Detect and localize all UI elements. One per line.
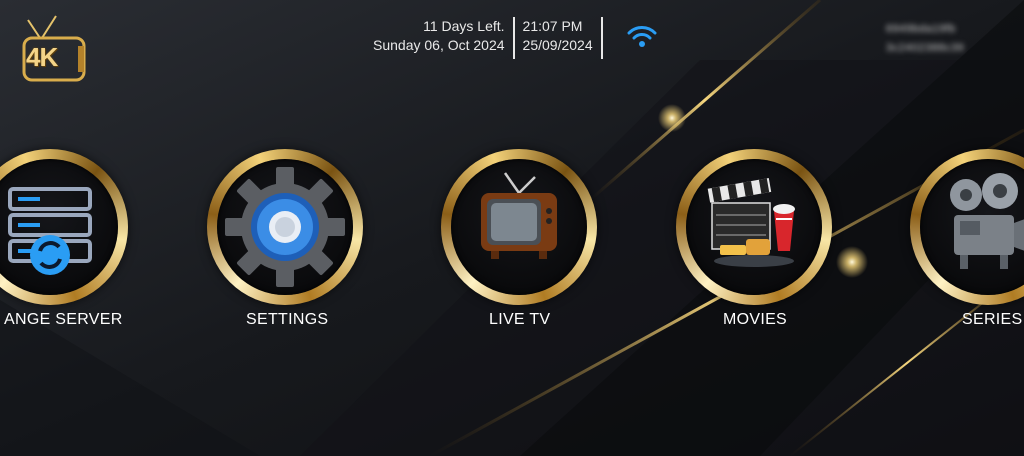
menu-item-live-tv[interactable] <box>441 149 597 305</box>
menu-item-label: SETTINGS <box>246 311 329 328</box>
current-time: 21:07 PM <box>522 18 583 34</box>
menu-item-label: MOVIES <box>723 311 788 328</box>
clapperboard-popcorn-icon <box>707 178 795 267</box>
gear-icon <box>225 167 345 287</box>
subscription-info: 11 Days Left. Sunday 06, Oct 2024 <box>365 17 513 59</box>
menu-item-change-server[interactable] <box>0 149 128 305</box>
menu-item-label: LIVE TV <box>489 311 551 328</box>
device-id: 6949bda19fb 3c2402388c39 <box>886 23 965 54</box>
clock: 21:07 PM 25/09/2024 <box>515 17 601 59</box>
tv-icon <box>481 172 557 259</box>
days-left: 11 Days Left. <box>423 18 505 34</box>
expiry-date: Sunday 06, Oct 2024 <box>373 37 505 53</box>
menu-item-label: ANGE SERVER <box>4 311 123 328</box>
menu-item-series[interactable] <box>910 149 1024 305</box>
menu-item-movies[interactable] <box>676 149 832 305</box>
server-refresh-icon <box>8 187 92 275</box>
film-projector-icon <box>950 173 1024 269</box>
divider <box>600 17 603 59</box>
logo-text: 4K <box>26 42 58 72</box>
current-date: 25/09/2024 <box>522 37 593 53</box>
status-bar: 11 Days Left. Sunday 06, Oct 2024 21:07 … <box>365 17 603 59</box>
menu-item-settings[interactable] <box>207 149 363 305</box>
wifi-icon <box>627 26 657 47</box>
menu-item-label: SERIES <box>962 311 1023 328</box>
app-logo: 4K <box>20 14 92 86</box>
